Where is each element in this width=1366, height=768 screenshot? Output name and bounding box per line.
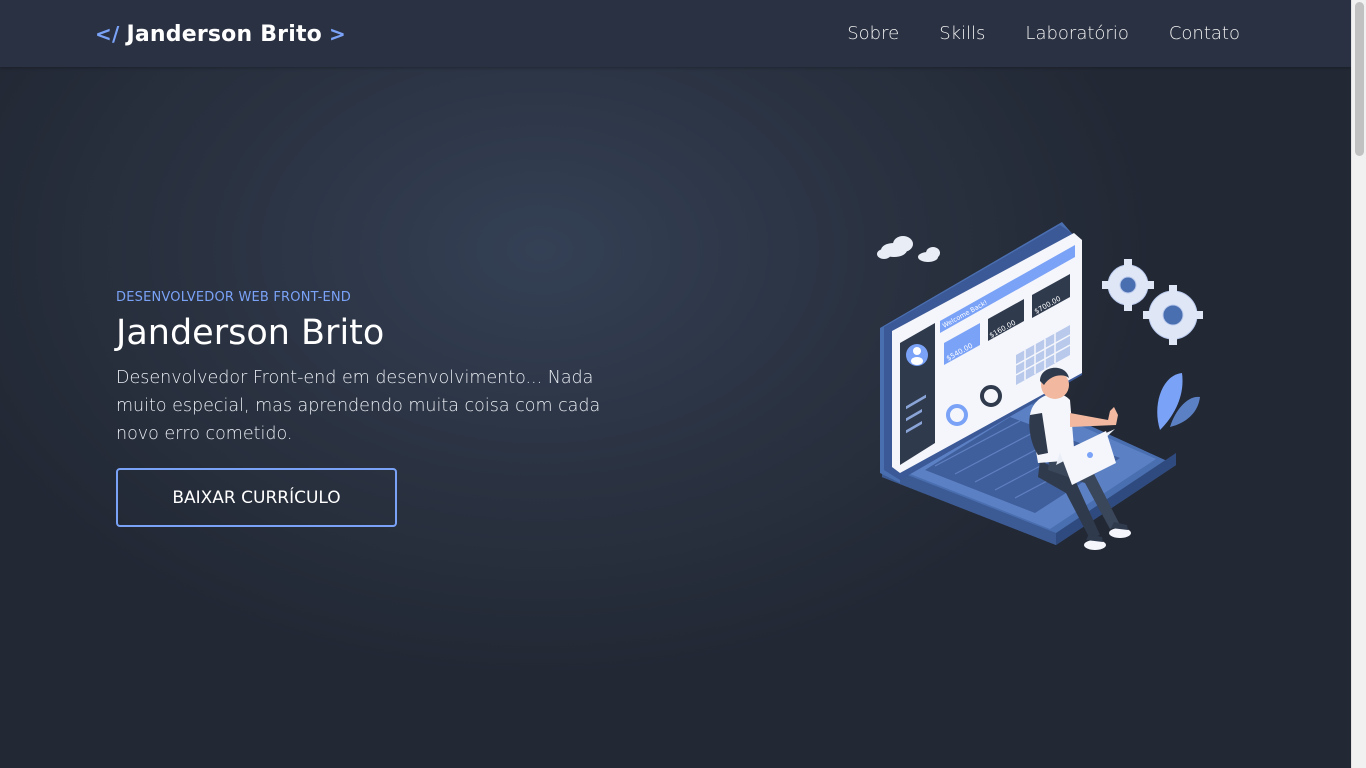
gear-icon [1107,264,1198,340]
hero-title: Janderson Brito [116,313,385,353]
page-scrollbar[interactable] [1351,0,1366,768]
cloud-icon [877,236,940,262]
nav-link-skills[interactable]: Skills [939,23,985,44]
logo-name: Janderson Brito [126,21,323,47]
site-logo[interactable]: </ Janderson Brito > [95,19,346,49]
code-close-icon: > [329,22,346,46]
nav-link-contato[interactable]: Contato [1169,23,1240,44]
nav-link-laboratorio[interactable]: Laboratório [1025,23,1128,44]
hero-description: Desenvolvedor Front-end em desenvolvimen… [116,368,601,444]
page: </ Janderson Brito > Sobre Skills Labora… [0,0,1366,768]
scrollbar-thumb[interactable] [1355,2,1364,156]
developer-laptop-illustration: $540.00 $160.00 $700.00 Welcome Back! [877,222,1203,550]
hero-subtitle: DESENVOLVEDOR WEB FRONT-END [116,290,352,305]
navbar: </ Janderson Brito > Sobre Skills Labora… [0,0,1351,67]
code-open-icon: </ [95,22,120,46]
nav-links: Sobre Skills Laboratório Contato [847,0,1240,67]
download-resume-button[interactable]: BAIXAR CURRÍCULO [116,468,397,527]
plant-icon [1157,373,1200,430]
nav-link-sobre[interactable]: Sobre [847,23,899,44]
